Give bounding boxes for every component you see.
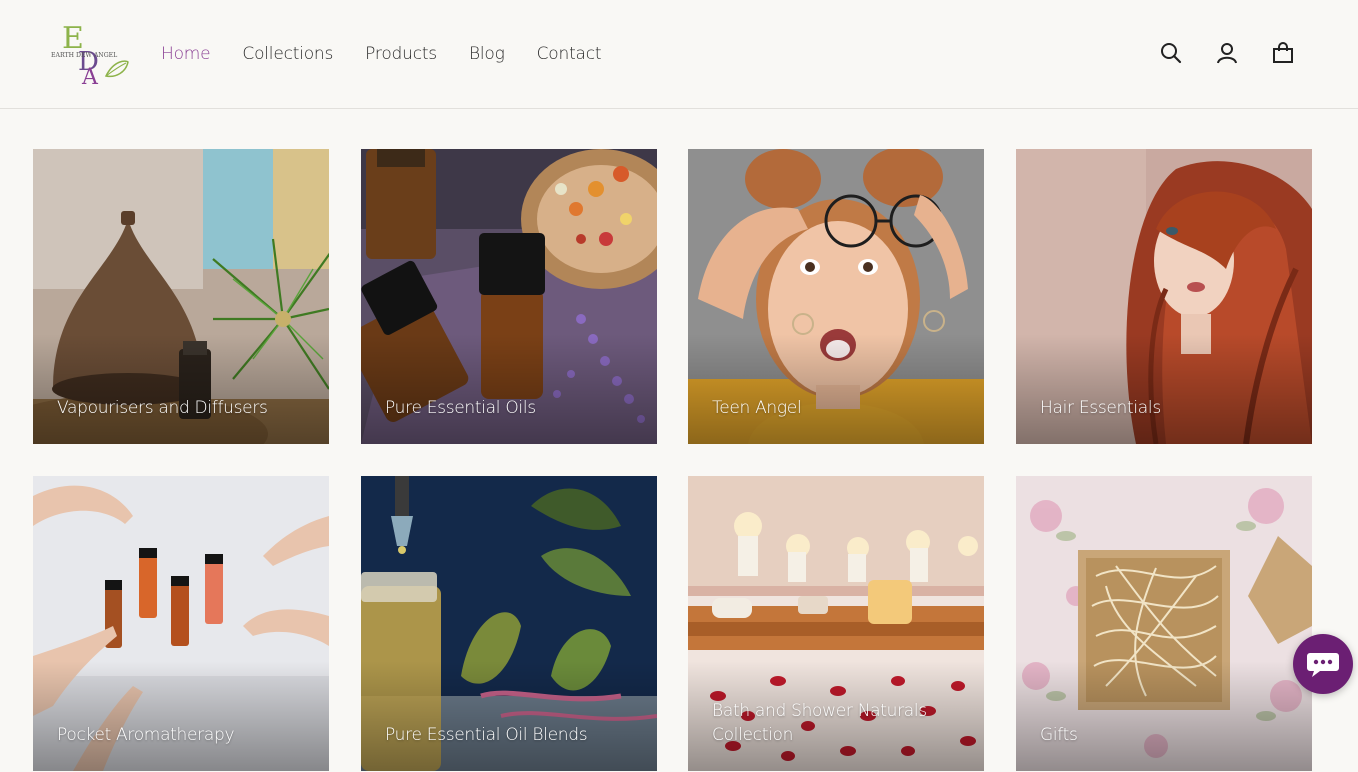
logo-mark-icon: E D A EARTH DEW ANGEL <box>51 21 129 90</box>
logo-text: EARTH DEW ANGEL <box>51 52 117 59</box>
card-title: Pocket Aromatherapy <box>57 725 235 745</box>
card-shade <box>361 661 657 771</box>
nav-blog[interactable]: Blog <box>469 42 505 66</box>
collection-card-bath-and-shower[interactable]: Bath and Shower Naturals Collection <box>688 476 984 771</box>
site-header: E D A EARTH DEW ANGEL Home Collections P… <box>0 0 1358 109</box>
collection-card-teen-angel[interactable]: Teen Angel <box>688 149 984 444</box>
card-shade <box>33 334 329 444</box>
card-title: Teen Angel <box>712 398 802 418</box>
cart-icon[interactable] <box>1268 38 1298 68</box>
chat-button[interactable] <box>1293 634 1353 694</box>
collection-card-pocket-aromatherapy[interactable]: Pocket Aromatherapy <box>33 476 329 771</box>
card-title: Pure Essential Oil Blends <box>385 725 588 745</box>
card-shade <box>361 334 657 444</box>
nav-home[interactable]: Home <box>161 42 211 66</box>
card-title: Gifts <box>1040 725 1078 745</box>
collection-card-gifts[interactable]: Gifts <box>1016 476 1312 771</box>
chat-bubble-icon <box>1307 653 1339 677</box>
card-title: Bath and Shower Naturals Collection <box>712 701 927 745</box>
card-shade <box>1016 334 1312 444</box>
collection-card-pure-essential-oils[interactable]: Pure Essential Oils <box>361 149 657 444</box>
nav-products[interactable]: Products <box>365 42 437 66</box>
nav-contact[interactable]: Contact <box>537 42 602 66</box>
main-nav: Home Collections Products Blog Contact <box>161 42 633 66</box>
card-shade <box>688 334 984 444</box>
card-shade <box>1016 661 1312 771</box>
card-title: Hair Essentials <box>1040 398 1161 418</box>
account-icon[interactable] <box>1212 38 1242 68</box>
collection-card-hair-essentials[interactable]: Hair Essentials <box>1016 149 1312 444</box>
card-title: Pure Essential Oils <box>385 398 536 418</box>
card-title: Vapourisers and Diffusers <box>57 398 268 418</box>
header-actions <box>1156 38 1324 68</box>
search-icon[interactable] <box>1156 38 1186 68</box>
logo[interactable]: E D A EARTH DEW ANGEL <box>48 20 132 90</box>
nav-collections[interactable]: Collections <box>242 42 333 66</box>
card-shade <box>33 661 329 771</box>
svg-text:A: A <box>81 65 99 86</box>
collection-card-pure-essential-oil-blends[interactable]: Pure Essential Oil Blends <box>361 476 657 771</box>
collection-card-vapourisers[interactable]: Vapourisers and Diffusers <box>33 149 329 444</box>
